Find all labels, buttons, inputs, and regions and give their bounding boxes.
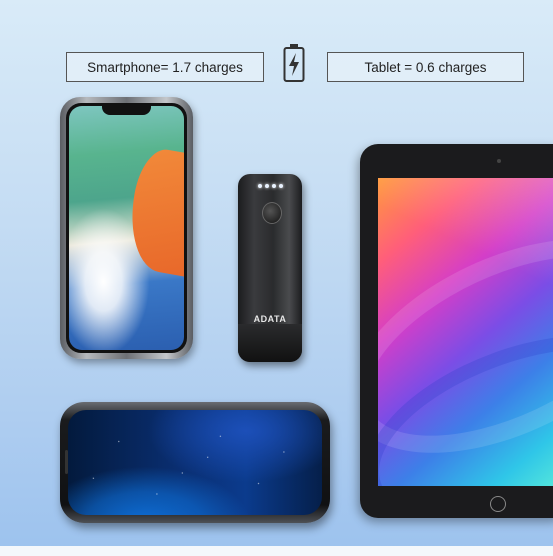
power-bank-brand-logo: ADATA: [253, 314, 287, 324]
tablet-screen: [378, 178, 553, 486]
tablet-home-button: [490, 496, 506, 512]
galaxy-screen: [68, 410, 322, 515]
power-bank-leds: [258, 184, 284, 188]
power-bank-button: [262, 202, 282, 224]
product-image: Smartphone= 1.7 charges Tablet = 0.6 cha…: [0, 0, 553, 556]
iphone-screen: [66, 103, 187, 353]
bottom-band: [0, 546, 553, 556]
power-bank-band: [238, 324, 302, 362]
iphone-notch: [102, 105, 151, 115]
tablet-camera: [497, 159, 501, 163]
battery-charging-icon: [283, 44, 305, 82]
ipad-device: [360, 144, 553, 518]
galaxy-phone-device: [60, 402, 330, 523]
power-bank-device: ADATA: [238, 174, 302, 362]
smartphone-charges-label: Smartphone= 1.7 charges: [66, 52, 264, 82]
tablet-charges-label: Tablet = 0.6 charges: [327, 52, 524, 82]
iphone-wallpaper: [69, 106, 184, 350]
iphone-device: [60, 97, 193, 359]
